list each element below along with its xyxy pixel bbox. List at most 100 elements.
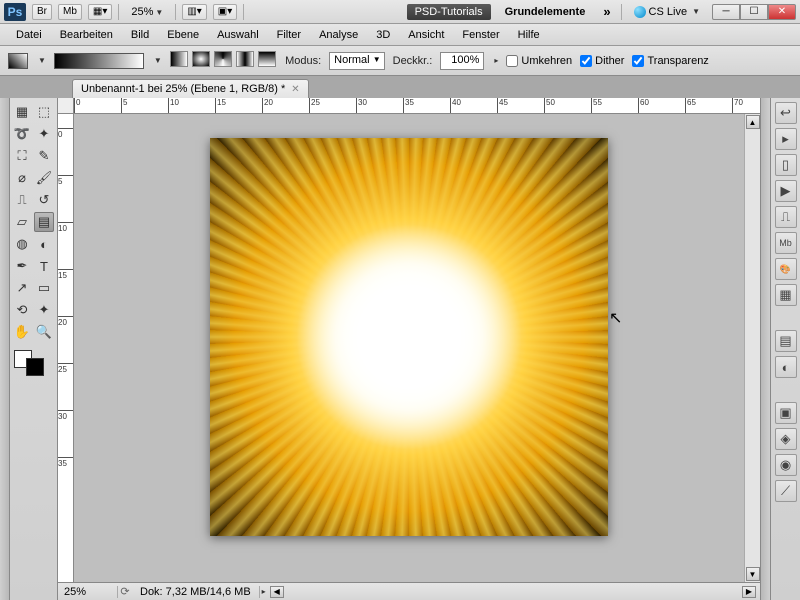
- styles-panel-icon[interactable]: ▤: [775, 330, 797, 352]
- swatches-panel-icon[interactable]: ▦: [775, 284, 797, 306]
- status-zoom[interactable]: 25%: [58, 586, 118, 598]
- scroll-left-icon[interactable]: ◀: [270, 586, 284, 598]
- play-panel-icon[interactable]: ▶: [775, 180, 797, 202]
- menu-3d[interactable]: 3D: [368, 27, 398, 43]
- maximize-button[interactable]: ☐: [740, 4, 768, 20]
- scroll-up-icon[interactable]: ▲: [746, 115, 760, 129]
- mb-panel-icon[interactable]: Mb: [775, 232, 797, 254]
- main-area: ▦⬚➰✦⛶✎⌀🖌⎍↺▱▤◍◐✒T↗▭⟲✦✋🔍 05101520253035404…: [0, 98, 800, 600]
- close-tab-icon[interactable]: ✕: [291, 84, 299, 95]
- type-tool[interactable]: T: [34, 256, 54, 276]
- document-tab-bar: Unbenannt-1 bei 25% (Ebene 1, RGB/8) * ✕: [0, 76, 800, 98]
- lasso-tool[interactable]: ➰: [12, 124, 32, 144]
- opacity-input[interactable]: 100%: [440, 52, 484, 70]
- menu-bild[interactable]: Bild: [123, 27, 157, 43]
- viewport[interactable]: ↖: [74, 114, 744, 582]
- healing-brush-tool[interactable]: ⌀: [12, 168, 32, 188]
- pen-tool[interactable]: ✒: [12, 256, 32, 276]
- workspace-more-icon[interactable]: »: [599, 4, 614, 19]
- menu-filter[interactable]: Filter: [269, 27, 309, 43]
- document-tab[interactable]: Unbenannt-1 bei 25% (Ebene 1, RGB/8) * ✕: [72, 79, 309, 98]
- dodge-tool[interactable]: ◐: [34, 234, 54, 254]
- masks-panel-icon[interactable]: ▣: [775, 402, 797, 424]
- scroll-right-icon[interactable]: ▶: [742, 586, 756, 598]
- blur-tool[interactable]: ◍: [12, 234, 32, 254]
- eraser-tool[interactable]: ▱: [12, 212, 32, 232]
- channels-panel-icon[interactable]: ◉: [775, 454, 797, 476]
- zoom-display[interactable]: 25%▼: [125, 6, 169, 18]
- color-swatches[interactable]: [12, 350, 55, 380]
- tool-preset-icon[interactable]: [8, 53, 28, 69]
- options-bar: ▼ ▼ Modus: Normal ▼ Deckkr.: 100%▸ Umkeh…: [0, 46, 800, 76]
- crop-tool[interactable]: ⛶: [12, 146, 32, 166]
- magic-wand-tool[interactable]: ✦: [34, 124, 54, 144]
- right-panel-dock: ↩ ▸ ▯ ▶ ⎍ Mb 🎨 ▦ ▤ ◐ ▣ ◈ ◉ ⟋: [770, 98, 800, 600]
- stamp-panel-icon[interactable]: ⎍: [775, 206, 797, 228]
- menu-auswahl[interactable]: Auswahl: [209, 27, 267, 43]
- left-dock-rail[interactable]: [0, 98, 10, 600]
- 3d-camera-tool[interactable]: ✦: [34, 300, 54, 320]
- marquee-tool[interactable]: ⬚: [34, 102, 54, 122]
- menu-analyse[interactable]: Analyse: [311, 27, 366, 43]
- close-button[interactable]: ✕: [768, 4, 796, 20]
- workspace-active[interactable]: PSD-Tutorials: [407, 4, 491, 20]
- history-panel-icon[interactable]: ↩: [775, 102, 797, 124]
- menu-ebene[interactable]: Ebene: [159, 27, 207, 43]
- menu-hilfe[interactable]: Hilfe: [510, 27, 548, 43]
- dither-checkbox[interactable]: Dither: [580, 55, 624, 67]
- status-doc-size[interactable]: Dok: 7,32 MB/14,6 MB: [132, 586, 260, 598]
- diamond-gradient-icon[interactable]: [258, 51, 276, 67]
- menu-bearbeiten[interactable]: Bearbeiten: [52, 27, 121, 43]
- menu-ansicht[interactable]: Ansicht: [400, 27, 452, 43]
- shape-tool[interactable]: ▭: [34, 278, 54, 298]
- linear-gradient-icon[interactable]: [170, 51, 188, 67]
- transparency-checkbox[interactable]: Transparenz: [632, 55, 708, 67]
- brush-tool[interactable]: 🖌: [34, 168, 54, 188]
- 3d-tool[interactable]: ⟲: [12, 300, 32, 320]
- history-brush-tool[interactable]: ↺: [34, 190, 54, 210]
- arrange-button[interactable]: ▥▾: [182, 4, 206, 20]
- reflected-gradient-icon[interactable]: [236, 51, 254, 67]
- mode-select[interactable]: Normal ▼: [329, 52, 384, 70]
- layers-panel-icon[interactable]: ◈: [775, 428, 797, 450]
- adjust-panel-icon[interactable]: ◐: [775, 356, 797, 378]
- status-sync-icon[interactable]: ⟳: [118, 585, 132, 598]
- cslive-button[interactable]: CS Live ▼: [628, 6, 706, 18]
- gradient-preview[interactable]: [54, 53, 144, 69]
- artwork-canvas[interactable]: [210, 138, 608, 536]
- paths-panel-icon[interactable]: ⟋: [775, 480, 797, 502]
- screen-mode-button[interactable]: ▣▾: [213, 4, 237, 20]
- workspace-other[interactable]: Grundelemente: [497, 4, 594, 20]
- properties-panel-icon[interactable]: ▯: [775, 154, 797, 176]
- right-dock-rail[interactable]: [760, 98, 770, 600]
- menu-datei[interactable]: Datei: [8, 27, 50, 43]
- ruler-vertical[interactable]: 05101520253035: [58, 114, 74, 582]
- color-panel-icon[interactable]: 🎨: [775, 258, 797, 280]
- scroll-down-icon[interactable]: ▼: [746, 567, 760, 581]
- ruler-origin[interactable]: [58, 98, 74, 114]
- gradient-tool[interactable]: ▤: [34, 212, 54, 232]
- path-select-tool[interactable]: ↗: [12, 278, 32, 298]
- minibridge-button[interactable]: Mb: [58, 4, 82, 20]
- hand-tool[interactable]: ✋: [12, 322, 32, 342]
- menu-fenster[interactable]: Fenster: [454, 27, 507, 43]
- stamp-tool[interactable]: ⎍: [12, 190, 32, 210]
- opacity-arrow-icon[interactable]: ▸: [494, 56, 498, 65]
- scrollbar-vertical[interactable]: ▲ ▼: [744, 114, 760, 582]
- actions-panel-icon[interactable]: ▸: [775, 128, 797, 150]
- background-swatch[interactable]: [26, 358, 44, 376]
- radial-gradient-icon[interactable]: [192, 51, 210, 67]
- reverse-checkbox[interactable]: Umkehren: [506, 55, 572, 67]
- angle-gradient-icon[interactable]: [214, 51, 232, 67]
- view-extras-button[interactable]: ▦▾: [88, 4, 112, 20]
- eyedropper-tool[interactable]: ✎: [34, 146, 54, 166]
- scrollbar-horizontal[interactable]: ◀ ▶: [266, 586, 760, 598]
- move-tool[interactable]: ▦: [12, 102, 32, 122]
- zoom-tool[interactable]: 🔍: [34, 322, 54, 342]
- minimize-button[interactable]: ─: [712, 4, 740, 20]
- ruler-horizontal[interactable]: 0510152025303540455055606570: [74, 98, 760, 114]
- app-logo[interactable]: Ps: [4, 3, 26, 21]
- ruler-tick: 10: [58, 222, 74, 233]
- ruler-tick: 20: [262, 98, 273, 114]
- bridge-button[interactable]: Br: [32, 4, 52, 20]
